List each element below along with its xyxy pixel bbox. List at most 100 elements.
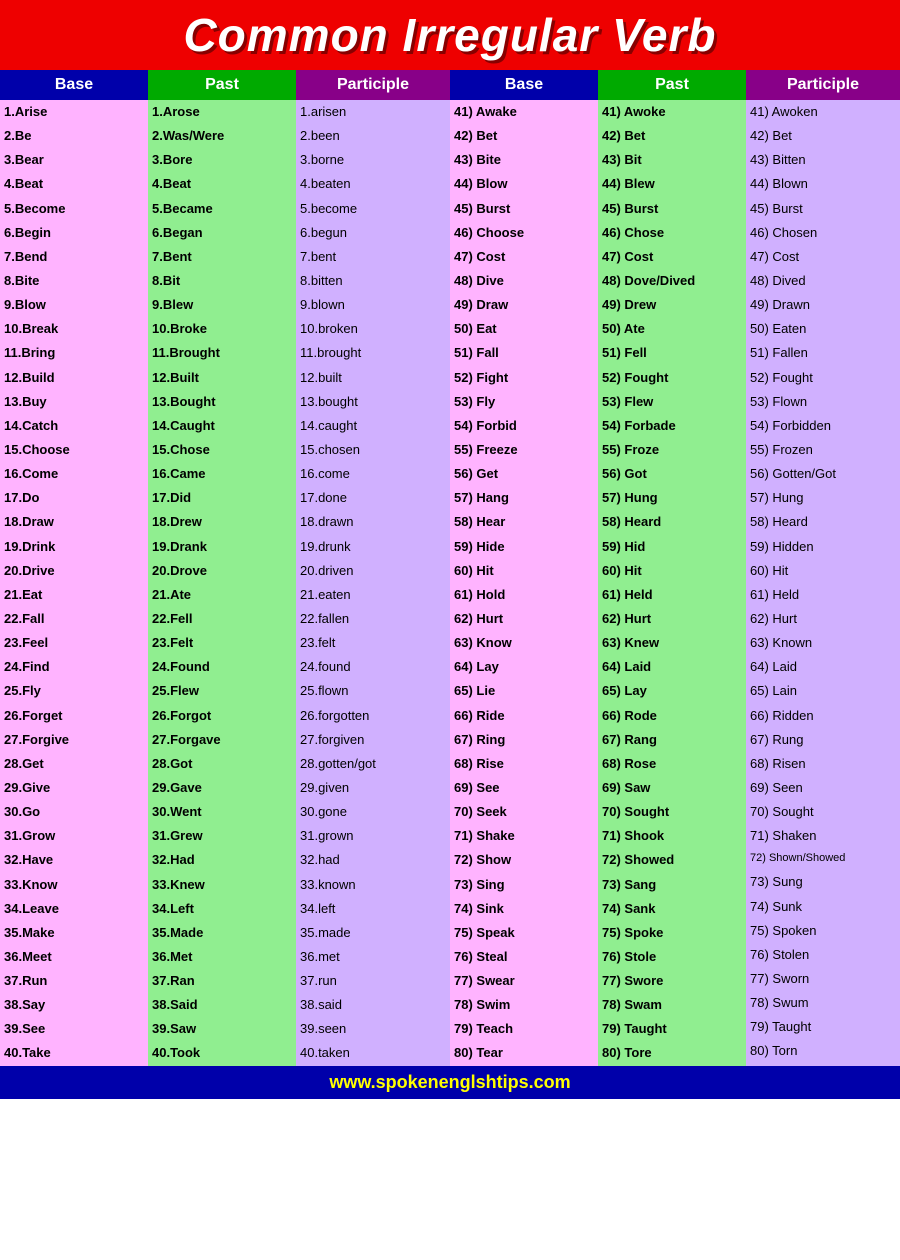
col-base-right: 41) Awake42) Bet43) Bite44) Blow45) Burs…	[450, 100, 598, 1066]
list-item: 30.Went	[148, 800, 296, 824]
list-item: 78) Swam	[598, 993, 746, 1017]
list-item: 75) Speak	[450, 921, 598, 945]
list-item: 24.Found	[148, 655, 296, 679]
list-item: 7.bent	[296, 245, 450, 269]
list-item: 78) Swim	[450, 993, 598, 1017]
list-item: 79) Taught	[746, 1015, 900, 1039]
list-item: 76) Steal	[450, 945, 598, 969]
list-item: 5.Become	[0, 197, 148, 221]
list-item: 47) Cost	[450, 245, 598, 269]
list-item: 6.Began	[148, 221, 296, 245]
list-item: 60) Hit	[450, 559, 598, 583]
list-item: 32.Had	[148, 848, 296, 872]
list-item: 22.Fall	[0, 607, 148, 631]
list-item: 48) Dove/Dived	[598, 269, 746, 293]
list-item: 47) Cost	[598, 245, 746, 269]
list-item: 20.Drove	[148, 559, 296, 583]
list-item: 40.taken	[296, 1041, 450, 1065]
list-item: 61) Held	[598, 583, 746, 607]
list-item: 62) Hurt	[598, 607, 746, 631]
list-item: 72) Shown/Showed	[746, 848, 900, 870]
list-item: 55) Freeze	[450, 438, 598, 462]
header-base-right: Base	[450, 70, 598, 100]
list-item: 51) Fell	[598, 341, 746, 365]
col-base-left: 1.Arise2.Be3.Bear4.Beat5.Become6.Begin7.…	[0, 100, 148, 1066]
list-item: 3.Bear	[0, 148, 148, 172]
list-item: 40.Take	[0, 1041, 148, 1065]
list-item: 16.Came	[148, 462, 296, 486]
list-item: 36.Met	[148, 945, 296, 969]
list-item: 4.Beat	[0, 172, 148, 196]
list-item: 37.Run	[0, 969, 148, 993]
list-item: 70) Sought	[598, 800, 746, 824]
list-item: 26.Forget	[0, 704, 148, 728]
list-item: 25.Flew	[148, 679, 296, 703]
list-item: 25.flown	[296, 679, 450, 703]
list-item: 22.fallen	[296, 607, 450, 631]
col-past-right: 41) Awoke42) Bet43) Bit44) Blew45) Burst…	[598, 100, 746, 1066]
list-item: 5.Became	[148, 197, 296, 221]
list-item: 15.chosen	[296, 438, 450, 462]
list-item: 80) Tear	[450, 1041, 598, 1065]
list-item: 77) Sworn	[746, 967, 900, 991]
list-item: 22.Fell	[148, 607, 296, 631]
list-item: 46) Chosen	[746, 221, 900, 245]
list-item: 56) Get	[450, 462, 598, 486]
list-item: 32.Have	[0, 848, 148, 872]
list-item: 74) Sank	[598, 897, 746, 921]
list-item: 15.Choose	[0, 438, 148, 462]
list-item: 40.Took	[148, 1041, 296, 1065]
list-item: 17.Did	[148, 486, 296, 510]
list-item: 4.Beat	[148, 172, 296, 196]
list-item: 62) Hurt	[450, 607, 598, 631]
list-item: 18.Drew	[148, 510, 296, 534]
list-item: 25.Fly	[0, 679, 148, 703]
list-item: 17.Do	[0, 486, 148, 510]
list-item: 60) Hit	[598, 559, 746, 583]
list-item: 72) Showed	[598, 848, 746, 872]
list-item: 8.Bite	[0, 269, 148, 293]
list-item: 14.Catch	[0, 414, 148, 438]
list-item: 73) Sing	[450, 873, 598, 897]
list-item: 38.said	[296, 993, 450, 1017]
header-past-right: Past	[598, 70, 746, 100]
list-item: 64) Laid	[746, 655, 900, 679]
list-item: 27.Forgive	[0, 728, 148, 752]
list-item: 52) Fight	[450, 366, 598, 390]
list-item: 80) Torn	[746, 1039, 900, 1063]
list-item: 49) Drew	[598, 293, 746, 317]
list-item: 13.Buy	[0, 390, 148, 414]
list-item: 26.forgotten	[296, 704, 450, 728]
list-item: 23.felt	[296, 631, 450, 655]
list-item: 19.Drink	[0, 535, 148, 559]
list-item: 19.Drank	[148, 535, 296, 559]
list-item: 34.Leave	[0, 897, 148, 921]
list-item: 1.arisen	[296, 100, 450, 124]
list-item: 53) Flown	[746, 390, 900, 414]
list-item: 39.See	[0, 1017, 148, 1041]
list-item: 58) Heard	[598, 510, 746, 534]
list-item: 18.drawn	[296, 510, 450, 534]
list-item: 14.caught	[296, 414, 450, 438]
header-past-left: Past	[148, 70, 296, 100]
list-item: 59) Hid	[598, 535, 746, 559]
list-item: 29.Give	[0, 776, 148, 800]
list-item: 24.Find	[0, 655, 148, 679]
list-item: 58) Hear	[450, 510, 598, 534]
list-item: 63) Knew	[598, 631, 746, 655]
list-item: 68) Rise	[450, 752, 598, 776]
list-item: 37.Ran	[148, 969, 296, 993]
list-item: 21.eaten	[296, 583, 450, 607]
list-item: 10.broken	[296, 317, 450, 341]
list-item: 37.run	[296, 969, 450, 993]
list-item: 55) Froze	[598, 438, 746, 462]
list-item: 9.blown	[296, 293, 450, 317]
list-item: 23.Feel	[0, 631, 148, 655]
list-item: 7.Bend	[0, 245, 148, 269]
list-item: 9.Blow	[0, 293, 148, 317]
list-item: 48) Dive	[450, 269, 598, 293]
list-item: 44) Blown	[746, 172, 900, 196]
list-item: 41) Awoke	[598, 100, 746, 124]
list-item: 36.Meet	[0, 945, 148, 969]
title-bar: Common Irregular Verb	[0, 0, 900, 70]
